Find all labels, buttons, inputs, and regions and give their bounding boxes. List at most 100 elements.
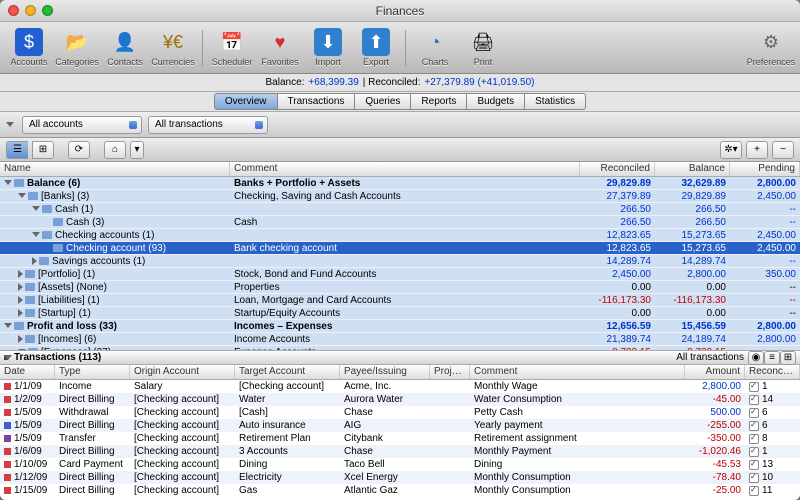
tx-grid[interactable]: 1/1/09IncomeSalary[Checking account]Acme… — [0, 380, 800, 500]
status-icon — [4, 422, 11, 429]
reconciled-checkbox[interactable] — [749, 408, 759, 418]
transactions-filter-popup[interactable]: All transactions — [148, 116, 268, 134]
tx-row[interactable]: 1/12/09Direct Billing[Checking account]E… — [0, 471, 800, 484]
accounts-filter-popup[interactable]: All accounts — [22, 116, 142, 134]
toolbar-favorites[interactable]: ♥Favorites — [257, 28, 303, 67]
disclosure-icon[interactable] — [4, 180, 12, 185]
col-name[interactable]: Name — [0, 162, 230, 176]
col-pending[interactable]: Pending — [730, 162, 800, 176]
row-value: -- — [730, 204, 800, 215]
tx-row[interactable]: 1/10/09Card Payment[Checking account]Din… — [0, 458, 800, 471]
tx-row[interactable]: 1/1/09IncomeSalary[Checking account]Acme… — [0, 380, 800, 393]
accounts-grid[interactable]: Balance (6)Banks + Portfolio + Assets29,… — [0, 177, 800, 350]
col-comment[interactable]: Comment — [230, 162, 580, 176]
add-button[interactable]: + — [746, 141, 768, 159]
reconciled-checkbox[interactable] — [749, 434, 759, 444]
tx-row[interactable]: 1/6/09Direct Billing[Checking account]3 … — [0, 445, 800, 458]
account-row[interactable]: [Incomes] (6)Income Accounts21,389.7424,… — [0, 333, 800, 346]
view-icons-button[interactable]: ⊞ — [32, 141, 54, 159]
remove-button[interactable]: − — [772, 141, 794, 159]
tx-view2-button[interactable]: ≡ — [764, 351, 780, 365]
account-row[interactable]: [Portfolio] (1)Stock, Bond and Fund Acco… — [0, 268, 800, 281]
reconciled-checkbox[interactable] — [749, 486, 759, 496]
row-comment: Bank checking account — [230, 243, 580, 254]
reconciled-checkbox[interactable] — [749, 395, 759, 405]
account-row[interactable]: Cash (3)Cash266.50266.50-- — [0, 216, 800, 229]
tab-budgets[interactable]: Budgets — [467, 93, 525, 110]
col-reconciled[interactable]: Reconciled — [580, 162, 655, 176]
view-list-button[interactable]: ☰ — [6, 141, 28, 159]
reconciled-checkbox[interactable] — [749, 473, 759, 483]
tx-row[interactable]: 1/5/09Withdrawal[Checking account][Cash]… — [0, 406, 800, 419]
home-button[interactable]: ⌂ — [104, 141, 126, 159]
disclosure-icon[interactable] — [32, 206, 40, 211]
folder-icon — [25, 296, 35, 304]
reconciled-checkbox[interactable] — [749, 447, 759, 457]
account-row[interactable]: [Banks] (3)Checking, Saving and Cash Acc… — [0, 190, 800, 203]
toolbar-label: Categories — [55, 57, 99, 67]
txcol-target[interactable]: Target Account — [235, 365, 340, 379]
account-row[interactable]: [Assets] (None)Properties0.000.00-- — [0, 281, 800, 294]
toolbar-print[interactable]: 🖨Print — [460, 28, 506, 67]
reconciled-checkbox[interactable] — [749, 382, 759, 392]
disclosure-icon[interactable] — [18, 309, 23, 317]
col-balance[interactable]: Balance — [655, 162, 730, 176]
account-row[interactable]: Checking account (93)Bank checking accou… — [0, 242, 800, 255]
disclosure-icon[interactable] — [4, 355, 12, 360]
account-row[interactable]: [Startup] (1)Startup/Equity Accounts0.00… — [0, 307, 800, 320]
toolbar-accounts[interactable]: $Accounts — [6, 28, 52, 67]
tx-view1-button[interactable]: ◉ — [748, 351, 764, 365]
disclosure-icon[interactable] — [32, 257, 37, 265]
toolbar-preferences[interactable]: ⚙Preferences — [748, 28, 794, 67]
tab-queries[interactable]: Queries — [355, 93, 411, 110]
rec-count: 6 — [762, 407, 768, 418]
txcol-amount[interactable]: Amount — [685, 365, 745, 379]
home-menu-button[interactable]: ▾ — [130, 141, 144, 159]
tab-transactions[interactable]: Transactions — [278, 93, 356, 110]
disclosure-icon[interactable] — [18, 270, 23, 278]
disclosure-icon[interactable] — [6, 122, 14, 127]
txcol-comment[interactable]: Comment — [470, 365, 685, 379]
toolbar-import[interactable]: ⬇Import — [305, 28, 351, 67]
toolbar-scheduler[interactable]: 📅Scheduler — [209, 28, 255, 67]
tab-statistics[interactable]: Statistics — [525, 93, 586, 110]
tx-filter-label[interactable]: All transactions — [676, 352, 744, 363]
tx-row[interactable]: 1/2/09Direct Billing[Checking account]Wa… — [0, 393, 800, 406]
reload-button[interactable]: ⟳ — [68, 141, 90, 159]
toolbar-categories[interactable]: 📂Categories — [54, 28, 100, 67]
disclosure-icon[interactable] — [18, 283, 23, 291]
txcol-date[interactable]: Date — [0, 365, 55, 379]
txcol-rec[interactable]: Reconciled — [745, 365, 800, 379]
account-row[interactable]: Cash (1)266.50266.50-- — [0, 203, 800, 216]
tx-origin: [Checking account] — [130, 446, 235, 457]
split-bar[interactable]: Transactions (113) All transactions ◉ ≡ … — [0, 350, 800, 365]
tx-row[interactable]: 1/5/09Transfer[Checking account]Retireme… — [0, 432, 800, 445]
txcol-payee[interactable]: Payee/Issuing — [340, 365, 430, 379]
toolbar-charts[interactable]: ◔Charts — [412, 28, 458, 67]
toolbar-currencies[interactable]: ¥€Currencies — [150, 28, 196, 67]
disclosure-icon[interactable] — [32, 232, 40, 237]
tx-view3-button[interactable]: ⊞ — [780, 351, 796, 365]
toolbar-export[interactable]: ⬆Export — [353, 28, 399, 67]
txcol-type[interactable]: Type — [55, 365, 130, 379]
account-row[interactable]: Savings accounts (1)14,289.7414,289.74-- — [0, 255, 800, 268]
tx-row[interactable]: 1/5/09Direct Billing[Checking account]Au… — [0, 419, 800, 432]
tab-reports[interactable]: Reports — [411, 93, 467, 110]
app-window: Finances $Accounts📂Categories👤Contacts¥€… — [0, 0, 800, 500]
tx-row[interactable]: 1/15/09Direct Billing[Checking account]G… — [0, 484, 800, 497]
disclosure-icon[interactable] — [18, 296, 23, 304]
disclosure-icon[interactable] — [18, 193, 26, 198]
reconciled-checkbox[interactable] — [749, 421, 759, 431]
account-row[interactable]: [Liabilities] (1)Loan, Mortgage and Card… — [0, 294, 800, 307]
account-row[interactable]: Profit and loss (33)Incomes – Expenses12… — [0, 320, 800, 333]
txcol-project[interactable]: Project — [430, 365, 470, 379]
txcol-origin[interactable]: Origin Account — [130, 365, 235, 379]
disclosure-icon[interactable] — [18, 335, 23, 343]
reconciled-checkbox[interactable] — [749, 460, 759, 470]
tab-overview[interactable]: Overview — [214, 93, 278, 110]
account-row[interactable]: Checking accounts (1)12,823.6515,273.652… — [0, 229, 800, 242]
disclosure-icon[interactable] — [4, 323, 12, 328]
account-row[interactable]: Balance (6)Banks + Portfolio + Assets29,… — [0, 177, 800, 190]
action-menu-button[interactable]: ✲▾ — [720, 141, 742, 159]
toolbar-contacts[interactable]: 👤Contacts — [102, 28, 148, 67]
